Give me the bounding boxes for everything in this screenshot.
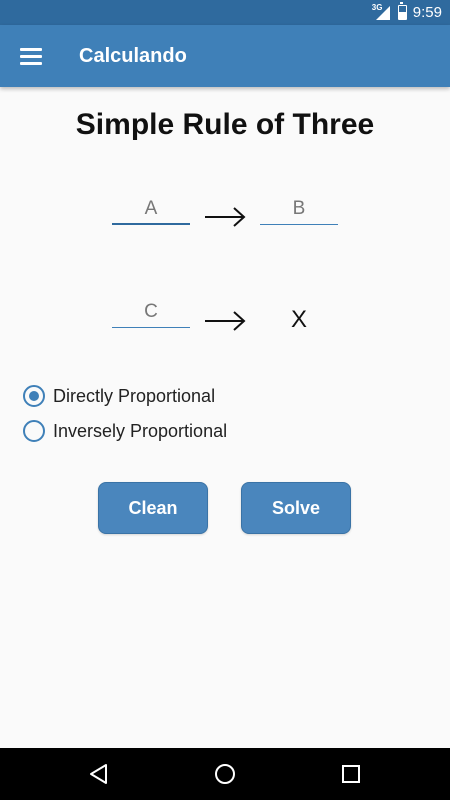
radio-button[interactable] xyxy=(23,420,45,442)
radio-button-checked[interactable] xyxy=(23,385,45,407)
field-c[interactable]: C xyxy=(112,298,190,328)
field-b[interactable]: B xyxy=(260,195,338,225)
back-icon[interactable] xyxy=(86,761,112,787)
result-x: X xyxy=(290,306,307,333)
clock: 9:59 xyxy=(412,4,442,21)
radio-directly-proportional[interactable]: Directly Proportional xyxy=(23,385,215,407)
menu-button[interactable] xyxy=(0,25,62,87)
app-bar: Calculando xyxy=(0,25,450,87)
field-a[interactable]: A xyxy=(112,195,190,225)
signal-icon: 3G xyxy=(372,3,392,21)
arrow-right-icon xyxy=(205,207,246,227)
status-icons: 3G 9:59 xyxy=(372,0,442,25)
radio-label: Inversely Proportional xyxy=(53,420,228,441)
battery-icon xyxy=(397,2,407,20)
navigation-bar xyxy=(0,748,450,800)
status-bar: 3G 9:59 xyxy=(0,0,450,25)
solve-button[interactable]: Solve xyxy=(241,482,351,534)
clean-button[interactable]: Clean xyxy=(98,482,208,534)
page-title: Simple Rule of Three xyxy=(75,108,375,141)
arrow-right-icon xyxy=(205,311,246,331)
hamburger-menu-icon xyxy=(20,48,42,65)
radio-label: Directly Proportional xyxy=(53,385,216,406)
recents-icon[interactable] xyxy=(338,761,364,787)
radio-inversely-proportional[interactable]: Inversely Proportional xyxy=(23,420,227,442)
app-title: Calculando xyxy=(79,44,187,67)
home-icon[interactable] xyxy=(212,761,238,787)
